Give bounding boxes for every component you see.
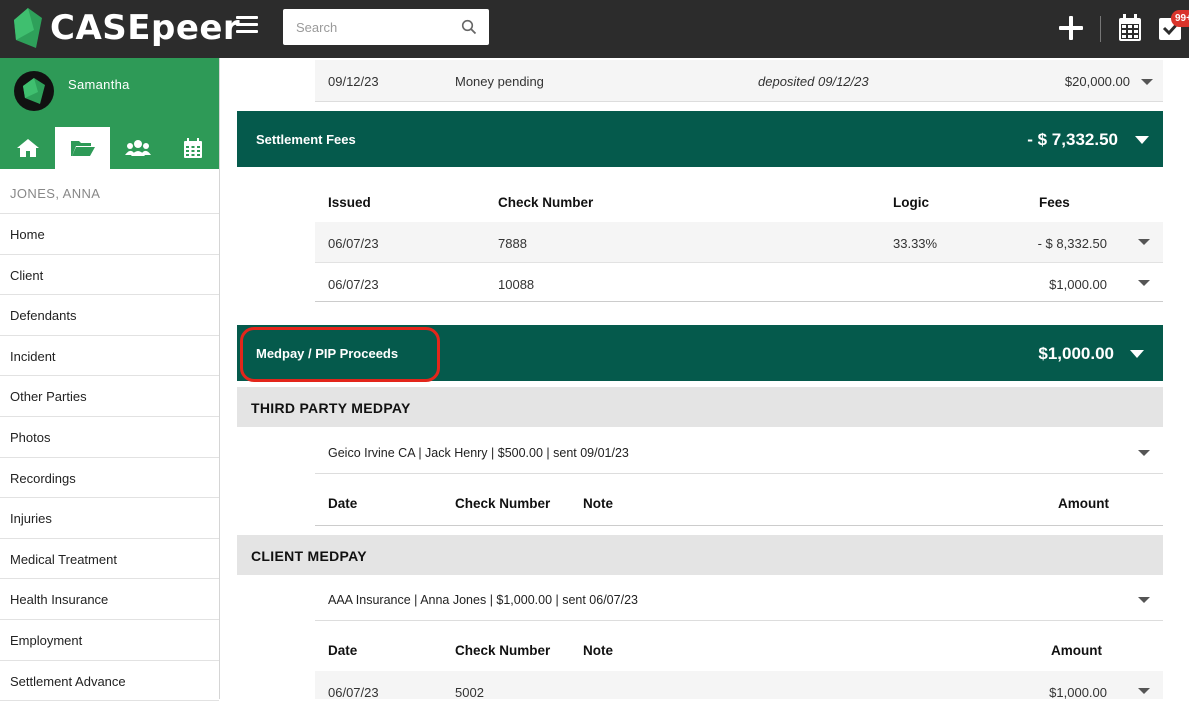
tab-contacts[interactable] bbox=[110, 127, 165, 169]
casepeer-leaf-icon bbox=[14, 8, 42, 48]
sidebar-item-incident[interactable]: Incident bbox=[0, 336, 219, 377]
deposit-row[interactable]: 09/12/23 Money pending deposited 09/12/2… bbox=[315, 60, 1163, 102]
folder-open-icon bbox=[70, 141, 95, 156]
fee-amount: $1,000.00 bbox=[1049, 277, 1107, 292]
calendar-icon bbox=[183, 138, 202, 158]
sidebar-tabs bbox=[0, 127, 220, 169]
fee-check-number: 7888 bbox=[498, 236, 527, 251]
deposit-description: Money pending bbox=[455, 74, 544, 89]
col-check-number: Check Number bbox=[498, 195, 594, 210]
third-party-medpay-entry[interactable]: Geico Irvine CA | Jack Henry | $500.00 |… bbox=[315, 428, 1163, 474]
fee-amount: - $ 8,332.50 bbox=[1037, 236, 1107, 251]
table-row[interactable]: 06/07/23 10088 $1,000.00 bbox=[315, 262, 1163, 302]
sidebar-item-medical-treatment[interactable]: Medical Treatment bbox=[0, 539, 219, 580]
sidebar-item-recordings[interactable]: Recordings bbox=[0, 458, 219, 499]
main-content: 09/12/23 Money pending deposited 09/12/2… bbox=[237, 58, 1163, 699]
medpay-pip-title: Medpay / PIP Proceeds bbox=[256, 346, 399, 361]
search-input[interactable] bbox=[283, 9, 458, 45]
col-date: Date bbox=[328, 496, 358, 511]
tab-calendar[interactable] bbox=[165, 127, 220, 169]
col-issued: Issued bbox=[328, 195, 371, 210]
client-medpay-entry[interactable]: AAA Insurance | Anna Jones | $1,000.00 |… bbox=[315, 575, 1163, 621]
col-note: Note bbox=[583, 496, 613, 511]
third-party-medpay-heading: THIRD PARTY MEDPAY bbox=[237, 387, 1163, 427]
col-note: Note bbox=[583, 643, 613, 658]
col-logic: Logic bbox=[893, 195, 929, 210]
chevron-down-icon[interactable] bbox=[1138, 239, 1150, 245]
chevron-down-icon[interactable] bbox=[1141, 79, 1153, 85]
chevron-down-icon[interactable] bbox=[1138, 450, 1150, 456]
col-fees: Fees bbox=[1039, 195, 1070, 210]
home-icon bbox=[16, 139, 39, 157]
col-amount: Amount bbox=[1051, 643, 1102, 658]
col-date: Date bbox=[328, 643, 358, 658]
case-name: JONES, ANNA bbox=[0, 169, 219, 214]
payment-check-number: 5002 bbox=[455, 685, 484, 699]
sidebar-item-client[interactable]: Client bbox=[0, 255, 219, 296]
medpay-pip-header[interactable]: Medpay / PIP Proceeds $1,000.00 bbox=[237, 325, 1163, 381]
sidebar-item-employment[interactable]: Employment bbox=[0, 620, 219, 661]
app-name: CASEpeer bbox=[50, 8, 241, 48]
fee-issued: 06/07/23 bbox=[328, 277, 379, 292]
task-count-badge: 99+ bbox=[1171, 10, 1189, 27]
toolbar-divider bbox=[1100, 16, 1101, 42]
sidebar-item-photos[interactable]: Photos bbox=[0, 417, 219, 458]
fee-issued: 06/07/23 bbox=[328, 236, 379, 251]
settlement-fees-total: - $ 7,332.50 bbox=[1027, 130, 1118, 149]
table-row[interactable]: 06/07/23 5002 $1,000.00 bbox=[315, 671, 1163, 699]
tab-home[interactable] bbox=[0, 127, 55, 169]
avatar[interactable] bbox=[14, 71, 54, 111]
sidebar: Samantha JONES, ANNA Home Client Defenda… bbox=[0, 58, 220, 701]
table-row[interactable]: 06/07/23 7888 33.33% - $ 8,332.50 bbox=[315, 222, 1163, 262]
hamburger-menu-icon[interactable] bbox=[236, 16, 258, 38]
sidebar-item-injuries[interactable]: Injuries bbox=[0, 498, 219, 539]
fee-check-number: 10088 bbox=[498, 277, 535, 292]
chevron-down-icon[interactable] bbox=[1138, 280, 1150, 286]
col-check-number: Check Number bbox=[455, 643, 551, 658]
users-icon bbox=[124, 140, 151, 156]
top-bar: CASEpeer 99+ bbox=[0, 0, 1189, 58]
third-party-entry-text: Geico Irvine CA | Jack Henry | $500.00 |… bbox=[328, 446, 629, 460]
payment-date: 06/07/23 bbox=[328, 685, 379, 699]
sidebar-item-settlement-advance[interactable]: Settlement Advance bbox=[0, 661, 219, 701]
add-icon[interactable] bbox=[1059, 16, 1083, 40]
sidebar-item-home[interactable]: Home bbox=[0, 214, 219, 255]
chevron-down-icon[interactable] bbox=[1130, 350, 1144, 358]
client-medpay-heading: CLIENT MEDPAY bbox=[237, 535, 1163, 575]
settlement-fees-title: Settlement Fees bbox=[256, 132, 356, 147]
deposit-amount: $20,000.00 bbox=[1064, 74, 1130, 89]
third-party-columns: Date Check Number Note Amount bbox=[315, 496, 1163, 526]
sidebar-item-defendants[interactable]: Defendants bbox=[0, 295, 219, 336]
col-amount: Amount bbox=[1058, 496, 1109, 511]
user-panel: Samantha bbox=[0, 58, 219, 169]
sidebar-item-health-insurance[interactable]: Health Insurance bbox=[0, 579, 219, 620]
payment-amount: $1,000.00 bbox=[1049, 685, 1107, 699]
calendar-icon[interactable] bbox=[1118, 14, 1142, 42]
user-name: Samantha bbox=[68, 77, 130, 92]
search-icon[interactable] bbox=[461, 19, 477, 35]
medpay-pip-total: $1,000.00 bbox=[1038, 344, 1114, 363]
settlement-fees-header[interactable]: Settlement Fees - $ 7,332.50 bbox=[237, 111, 1163, 167]
chevron-down-icon[interactable] bbox=[1138, 688, 1150, 694]
tab-case-files[interactable] bbox=[55, 127, 110, 169]
client-entry-text: AAA Insurance | Anna Jones | $1,000.00 |… bbox=[328, 593, 638, 607]
deposit-date: 09/12/23 bbox=[328, 74, 379, 89]
chevron-down-icon[interactable] bbox=[1135, 136, 1149, 144]
app-logo[interactable]: CASEpeer bbox=[14, 8, 240, 48]
search-box bbox=[283, 9, 489, 45]
deposit-note: deposited 09/12/23 bbox=[758, 74, 869, 89]
sidebar-item-other-parties[interactable]: Other Parties bbox=[0, 376, 219, 417]
chevron-down-icon[interactable] bbox=[1138, 597, 1150, 603]
fee-logic: 33.33% bbox=[893, 236, 938, 251]
casepeer-leaf-icon bbox=[23, 78, 45, 104]
col-check-number: Check Number bbox=[455, 496, 551, 511]
